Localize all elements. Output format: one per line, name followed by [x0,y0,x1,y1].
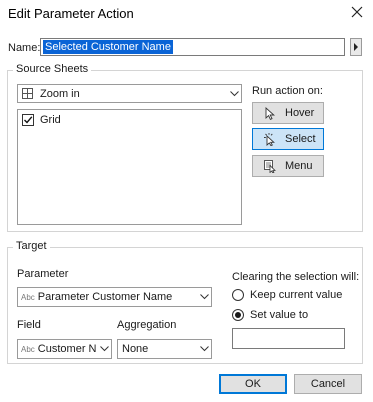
set-value-label: Set value to [250,309,309,321]
keep-current-value-radio[interactable] [232,289,244,301]
data-source-value: Zoom in [40,87,80,100]
parameter-label: Parameter [17,268,69,280]
close-icon[interactable] [349,4,365,20]
ok-button[interactable]: OK [219,374,287,394]
name-input[interactable]: Selected Customer Name [40,38,345,56]
sheet-checkbox[interactable] [22,114,34,126]
name-insert-button[interactable] [350,38,362,56]
sheet-item-grid[interactable]: Grid [22,114,61,126]
chevron-down-icon [197,294,211,300]
cancel-button[interactable]: Cancel [294,374,362,394]
hover-button[interactable]: Hover [252,102,324,124]
keep-current-value-label: Keep current value [250,289,343,301]
set-value-input[interactable] [232,328,345,349]
run-action-label: Run action on: [252,85,323,97]
target-title: Target [13,240,50,252]
parameter-value: Parameter Customer Name [37,291,173,303]
menu-label: Menu [285,160,313,172]
string-type-icon: Abc [21,344,35,354]
triangle-right-icon [354,43,358,51]
aggregation-value: None [122,343,149,355]
parameter-dropdown[interactable]: Abc Parameter Customer Name [17,287,212,307]
sheet-item-label: Grid [40,114,61,126]
select-label: Select [285,133,316,145]
keep-current-value-option[interactable]: Keep current value [232,289,342,301]
set-value-radio[interactable] [232,309,244,321]
menu-cursor-icon [263,159,277,173]
name-input-value: Selected Customer Name [43,40,173,54]
chevron-down-icon [227,90,241,97]
data-source-grid-icon [22,88,36,99]
cursor-select-icon [263,132,277,146]
field-label: Field [17,319,41,331]
aggregation-dropdown[interactable]: None [117,339,212,359]
hover-label: Hover [285,107,315,119]
chevron-down-icon [97,346,111,352]
dialog-title: Edit Parameter Action [8,6,134,21]
field-value: Customer N... [37,343,97,355]
cursor-arrow-icon [263,106,277,120]
sheets-list: Grid [17,109,242,225]
menu-button[interactable]: Menu [252,155,324,177]
set-value-option[interactable]: Set value to [232,309,308,321]
source-sheets-title: Source Sheets [13,63,92,75]
field-dropdown[interactable]: Abc Customer N... [17,339,112,359]
name-label: Name: [8,42,41,54]
data-source-dropdown[interactable]: Zoom in [17,84,242,103]
chevron-down-icon [197,346,211,352]
string-type-icon: Abc [21,292,35,302]
clearing-label: Clearing the selection will: [232,271,360,283]
checkmark-icon [24,116,33,124]
select-button[interactable]: Select [252,128,324,150]
aggregation-label: Aggregation [117,319,177,331]
